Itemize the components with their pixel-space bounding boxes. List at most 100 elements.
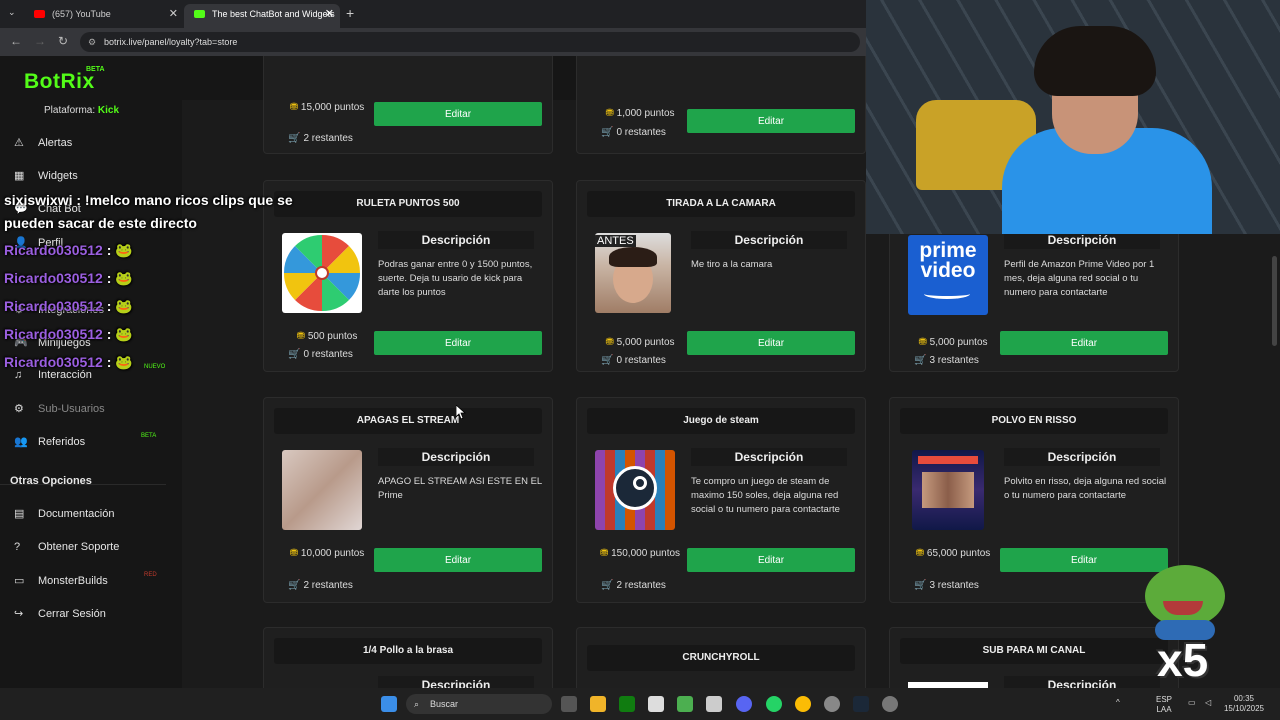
cart-icon: 🛒 (601, 127, 614, 138)
edit-button[interactable]: Editar (374, 331, 542, 355)
tab-list-chevron-icon[interactable]: ⌄ (8, 7, 16, 18)
tab-botrix[interactable]: The best ChatBot and Widgets ✕ (184, 4, 340, 28)
edit-button[interactable]: Editar (374, 548, 542, 572)
cart-icon: 🛒 (288, 349, 301, 360)
pepe-emote-icon: 🐸 (115, 298, 133, 314)
coins-icon: ⛃ (605, 108, 614, 119)
chat-username: Ricardo030512 (4, 242, 103, 258)
card-description: Te compro un juego de steam de maximo 15… (691, 476, 840, 515)
obs-icon[interactable] (882, 696, 898, 712)
multiplier-text: x5 (1157, 634, 1209, 686)
edit-button[interactable]: Editar (374, 102, 542, 126)
site-info-icon[interactable]: ⚙ (88, 32, 96, 52)
sidebar-item-referidos[interactable]: 👥 Referidos (14, 435, 85, 448)
discord-icon[interactable] (736, 696, 752, 712)
sidebar-item-documentacion[interactable]: ▤ Documentación (14, 507, 114, 520)
sidebar-item-monsterbuilds[interactable]: ▭ MonsterBuilds (14, 574, 108, 587)
tab-label: The best ChatBot and Widgets (212, 9, 335, 19)
poster-banner (918, 456, 978, 464)
network-icon[interactable]: ▭ (1188, 698, 1196, 708)
chat-message: Ricardo030512 : 🐸 (4, 270, 133, 287)
card-title: TIRADA A LA CAMARA (587, 191, 855, 217)
edit-button[interactable]: Editar (687, 548, 855, 572)
person-hair (1034, 26, 1156, 96)
sidebar-item-cerrar-sesion[interactable]: ↪ Cerrar Sesión (14, 607, 106, 620)
task-view-icon[interactable] (561, 696, 577, 712)
platform-value: Kick (97, 105, 120, 116)
page-scrollbar[interactable] (1272, 256, 1277, 346)
store-card-steam: Juego de steam Descripción Te compro un … (576, 397, 866, 603)
sidebar-item-label: Cerrar Sesión (38, 608, 106, 620)
pepe-emote-icon: 🐸 (115, 270, 133, 286)
beta-badge: BETA (141, 433, 157, 439)
sidebar-item-label: Obtener Soporte (38, 541, 120, 553)
description-label: Descripción (378, 231, 534, 249)
tab-youtube[interactable]: (657) YouTube ✕ (24, 4, 184, 28)
back-button[interactable]: ← (10, 34, 22, 48)
sidebar-item-alertas[interactable]: ⚠ Alertas (14, 136, 72, 149)
remaining-label: 🛒 0 restantes (601, 355, 666, 366)
layout-code: LAA (1156, 705, 1172, 714)
sidebar-item-soporte[interactable]: ? Obtener Soporte (14, 541, 119, 553)
language-code: ESP (1156, 695, 1173, 704)
botrix-logo[interactable]: BotRix (24, 70, 95, 94)
description-label: Descripción (691, 231, 847, 249)
remaining-label: 🛒 3 restantes (914, 580, 979, 591)
description-label: Descripción (691, 448, 847, 466)
edit-button[interactable]: Editar (687, 109, 855, 133)
edit-button[interactable]: Editar (1000, 331, 1168, 355)
cart-icon: 🛒 (914, 580, 927, 591)
store-icon[interactable] (648, 696, 664, 712)
chat-username: Ricardo030512 (4, 326, 103, 342)
coins-icon: ⛃ (918, 337, 927, 348)
sidebar-item-label: MonsterBuilds (38, 575, 108, 587)
remaining-label: 🛒 2 restantes (288, 580, 353, 591)
chat-separator: : (102, 354, 116, 370)
close-tab-icon[interactable]: ✕ (169, 4, 178, 24)
chat-separator: : (102, 242, 116, 258)
new-tab-button[interactable]: + (346, 5, 354, 21)
volume-icon[interactable]: ◁ (1205, 698, 1211, 708)
reload-button[interactable]: ↻ (58, 34, 68, 48)
clock[interactable]: 00:35 15/10/2025 (1222, 694, 1266, 714)
points-label: ⛃ 15,000 puntos (289, 102, 365, 113)
chat-username: Ricardo030512 (4, 298, 103, 314)
store-card-ruleta: RULETA PUNTOS 500 Descripción Podras gan… (263, 180, 553, 372)
edit-button[interactable]: Editar (687, 331, 855, 355)
store-card-tirada: TIRADA A LA CAMARA ANTES Descripción Me … (576, 180, 866, 372)
xbox-icon[interactable] (619, 696, 635, 712)
points-label: ⛃ 5,000 puntos (605, 337, 675, 348)
app-icon[interactable] (706, 696, 722, 712)
chrome-icon[interactable] (795, 696, 811, 712)
steam-icon[interactable] (853, 696, 869, 712)
minecraft-icon[interactable] (677, 696, 693, 712)
coins-icon: ⛃ (915, 548, 925, 559)
tray-chevron-icon[interactable]: ^ (1116, 698, 1120, 708)
file-explorer-icon[interactable] (590, 696, 606, 712)
cart-icon: 🛒 (288, 580, 301, 591)
sidebar: Plataforma: Kick ⚠ Alertas ▦ Widgets 💬 Chat… (0, 100, 182, 688)
windows-start-icon[interactable] (381, 696, 397, 712)
close-tab-icon[interactable]: ✕ (325, 4, 334, 24)
whatsapp-icon[interactable] (766, 696, 782, 712)
settings-icon[interactable] (824, 696, 840, 712)
sidebar-item-label: Documentación (38, 508, 115, 520)
coins-icon: ⛃ (599, 548, 609, 559)
sidebar-item-sub-usuarios[interactable]: ⚙ Sub-Usuarios (14, 402, 105, 415)
platform-indicator: Plataforma: Kick (44, 105, 119, 116)
forward-button[interactable]: → (34, 34, 46, 48)
language-indicator[interactable]: ESP LAA (1156, 695, 1172, 715)
beta-badge: BETA (86, 66, 105, 73)
taskbar-search[interactable]: ⌕ Buscar (406, 694, 552, 714)
points-label: ⛃ 150,000 puntos (599, 548, 681, 559)
poster-image (912, 450, 984, 530)
sidebar-item-widgets[interactable]: ▦ Widgets (14, 169, 78, 182)
card-title: POLVO EN RISSO (900, 408, 1168, 434)
help-icon: ? (14, 541, 21, 553)
coins-icon: ⛃ (296, 331, 306, 342)
address-bar[interactable]: ⚙ botrix.live/panel/loyalty?tab=store (80, 32, 860, 52)
sidebar-item-label: Sub-Usuarios (38, 403, 105, 415)
coins-icon: ⛃ (289, 102, 299, 113)
users-icon: 👥 (14, 436, 28, 448)
points-label: ⛃ 10,000 puntos (289, 548, 365, 559)
